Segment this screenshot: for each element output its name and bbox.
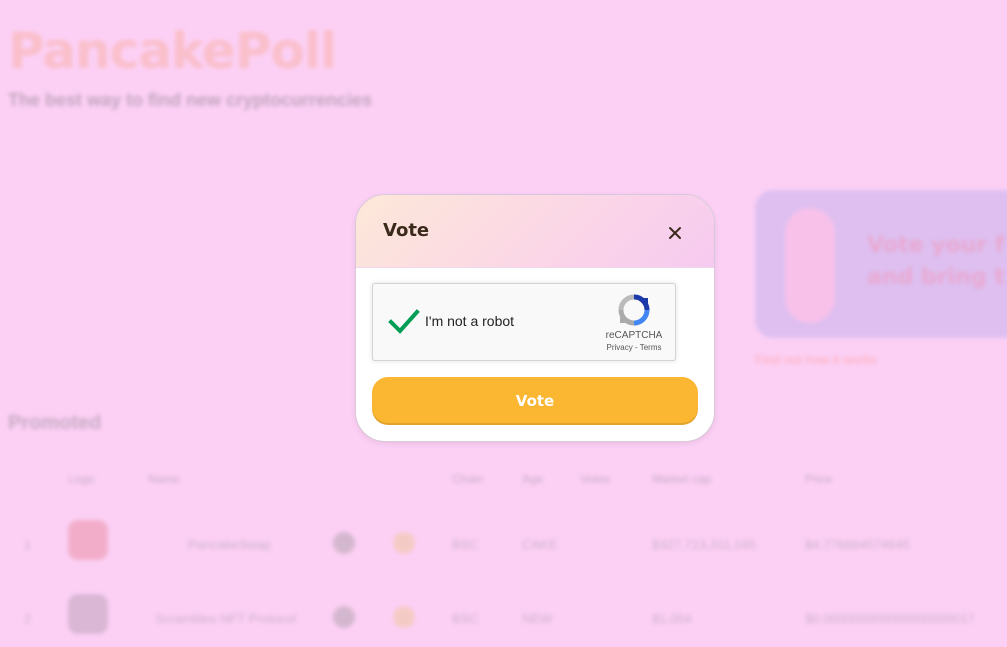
row-chain: BSC (452, 611, 479, 626)
row-rank: 1 (24, 537, 32, 552)
recaptcha-label: I'm not a robot (425, 313, 515, 329)
vote-modal: Vote I'm not a robot reCAPTCHA Privacy -… (355, 194, 715, 442)
terms-link[interactable]: Terms (640, 343, 662, 352)
row-price: $0.000000000000000000017 (805, 611, 975, 626)
recaptcha-widget: I'm not a robot reCAPTCHA Privacy - Term… (372, 283, 676, 361)
close-button[interactable] (663, 221, 687, 245)
row-name: Scrambles NFT Protocol (155, 611, 297, 626)
promo-banner: Vote your f and bring t (755, 190, 1007, 338)
row-symbol: CAKE (522, 537, 558, 552)
section-title-promoted: Promoted (8, 412, 102, 434)
badge-icon (393, 532, 415, 554)
row-market-cap: $327,713,311,165 (652, 537, 756, 552)
modal-header: Vote (356, 195, 714, 268)
table-header-cell: Price (805, 472, 833, 486)
coin-logo-icon (68, 594, 108, 634)
recaptcha-checkbox[interactable] (387, 304, 421, 338)
badge-icon (393, 606, 415, 628)
table-row: 2 Scrambles NFT Protocol BSC NEW $1,004 … (0, 594, 1007, 644)
chain-icon (333, 606, 355, 628)
table-header-cell: Logo (68, 472, 95, 486)
privacy-link[interactable]: Privacy (607, 343, 633, 352)
row-symbol: NEW (522, 611, 553, 626)
table-row: 1 PancakeSwap BSC CAKE $327,713,311,165 … (0, 520, 1007, 570)
close-icon (669, 227, 681, 239)
recaptcha-links: Privacy - Terms (593, 343, 675, 352)
brand-logo-text: PancakePoll (8, 22, 337, 80)
banner-text: Vote your f and bring t (867, 233, 1005, 290)
row-chain: BSC (452, 537, 479, 552)
coin-logo-icon (68, 520, 108, 560)
row-name: PancakeSwap (188, 537, 272, 552)
table-header: Logo Name Chain Age Votes Market cap Pri… (0, 472, 1007, 488)
recaptcha-logo-icon (617, 293, 651, 327)
chain-icon (333, 532, 355, 554)
row-price: $4.776664574645 (805, 537, 910, 552)
hand-illustration-icon (785, 208, 835, 323)
table-header-cell: Name (148, 472, 181, 486)
modal-title: Vote (383, 220, 430, 241)
checkmark-icon (388, 309, 420, 334)
table-header-cell: Votes (580, 472, 611, 486)
table-header-cell: Age (522, 472, 544, 486)
vote-button[interactable]: Vote (372, 377, 698, 425)
site-tagline: The best way to find new cryptocurrencie… (8, 90, 373, 110)
row-market-cap: $1,004 (652, 611, 692, 626)
link-separator: - (632, 343, 640, 352)
row-rank: 2 (24, 611, 32, 626)
recaptcha-brand: reCAPTCHA (605, 330, 663, 341)
table-header-cell: Chain (452, 472, 484, 486)
banner-link: Find out how it works (755, 352, 878, 367)
table-header-cell: Market cap (652, 472, 712, 486)
page: PancakePoll The best way to find new cry… (0, 0, 1007, 647)
